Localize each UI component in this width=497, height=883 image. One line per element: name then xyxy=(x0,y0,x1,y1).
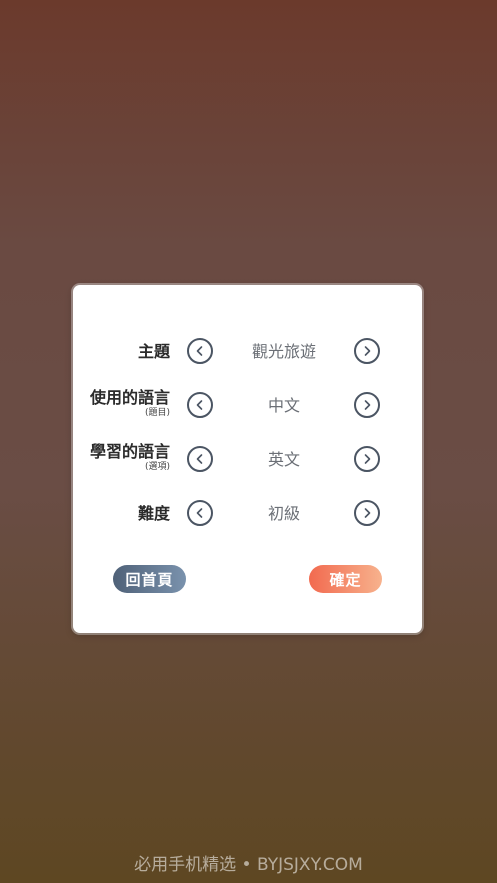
difficulty-prev-button[interactable] xyxy=(187,500,213,526)
difficulty-value: 初級 xyxy=(267,504,300,523)
chevron-left-icon xyxy=(196,508,203,518)
question-language-row: 使用的語言 (題目) 中文 xyxy=(73,388,422,431)
learning-language-sublabel: (選項) xyxy=(144,462,170,472)
question-language-label-text: 使用的語言 xyxy=(89,388,170,407)
settings-dialog: 主題 觀光旅遊 使用的語言 (題目) 中文 學習的語言 (選項) 英文 難度 初… xyxy=(73,285,422,633)
confirm-button[interactable]: 確定 xyxy=(309,565,382,593)
chevron-right-icon xyxy=(364,454,371,464)
chevron-left-icon xyxy=(196,400,203,410)
chevron-right-icon xyxy=(364,400,371,410)
theme-value: 觀光旅遊 xyxy=(251,342,316,361)
question-language-sublabel: (題目) xyxy=(144,408,170,418)
difficulty-row: 難度 初級 xyxy=(73,499,422,539)
learning-language-value: 英文 xyxy=(267,450,300,469)
difficulty-next-button[interactable] xyxy=(354,500,380,526)
question-language-label: 使用的語言 (題目) xyxy=(90,388,170,419)
chevron-right-icon xyxy=(364,346,371,356)
question-language-next-button[interactable] xyxy=(354,392,380,418)
theme-next-button[interactable] xyxy=(354,338,380,364)
learning-language-label-text: 學習的語言 xyxy=(89,442,170,461)
learning-language-prev-button[interactable] xyxy=(187,446,213,472)
home-button[interactable]: 回首頁 xyxy=(113,565,186,593)
difficulty-label: 難度 xyxy=(138,504,170,524)
chevron-left-icon xyxy=(196,346,203,356)
learning-language-next-button[interactable] xyxy=(354,446,380,472)
theme-label-text: 主題 xyxy=(137,342,170,361)
theme-label: 主題 xyxy=(138,342,170,362)
question-language-value: 中文 xyxy=(267,396,300,415)
learning-language-label: 學習的語言 (選項) xyxy=(90,442,170,473)
learning-language-row: 學習的語言 (選項) 英文 xyxy=(73,442,422,485)
question-language-prev-button[interactable] xyxy=(187,392,213,418)
difficulty-label-text: 難度 xyxy=(137,504,170,523)
theme-row: 主題 觀光旅遊 xyxy=(73,337,422,377)
theme-prev-button[interactable] xyxy=(187,338,213,364)
chevron-left-icon xyxy=(196,454,203,464)
chevron-right-icon xyxy=(364,508,371,518)
watermark-text: 必用手机精选 • BYJSJXY.COM xyxy=(134,855,363,875)
